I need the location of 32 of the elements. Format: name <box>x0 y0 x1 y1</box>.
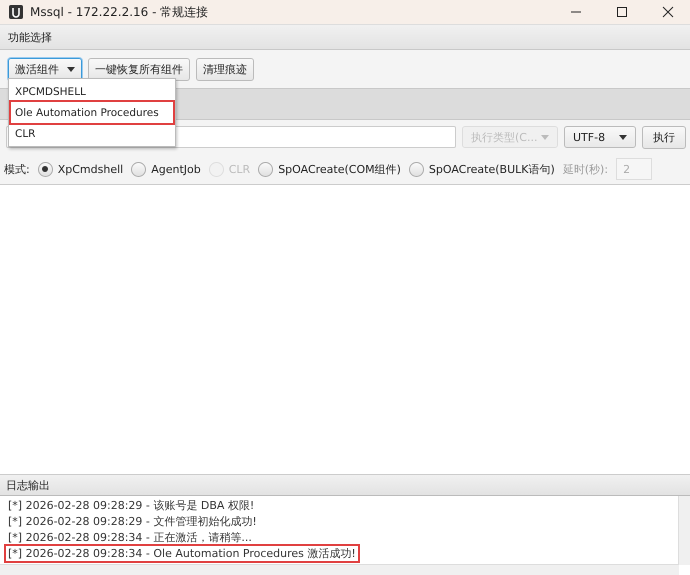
radio-button[interactable] <box>131 162 146 176</box>
mode-label: 模式: <box>4 162 30 176</box>
vertical-scrollbar[interactable] <box>678 496 690 565</box>
caret-icon <box>619 134 627 140</box>
log-line: [*] 2026-02-28 09:28:29 - 文件管理初始化成功! <box>7 514 258 528</box>
radio-label[interactable]: XpCmdshell <box>58 162 124 176</box>
radio-button[interactable] <box>408 162 424 176</box>
log-line: [*] 2026-02-28 09:28:34 - Ole Automation Procedures 激活成功! <box>6 546 358 560</box>
encoding-dropdown[interactable]: UTF-8 <box>564 126 636 148</box>
maximize-icon[interactable] <box>616 6 628 18</box>
radio-button[interactable] <box>38 162 53 176</box>
log-line: [*] 2026-02-28 09:28:29 - 该账号是 DBA 权限! <box>7 498 256 512</box>
window-title: Mssql - 172.22.2.16 - 常规连接 <box>30 4 208 20</box>
close-icon[interactable] <box>662 6 674 18</box>
log-line: [*] 2026-02-28 09:28:34 - 正在激活，请稍等... <box>7 530 253 544</box>
log-title: 日志输出 <box>6 478 50 492</box>
caret-icon <box>67 66 75 72</box>
radio-label[interactable]: SpOACreate(BULK语句) <box>428 162 555 176</box>
app-icon <box>8 4 24 20</box>
delay-label: 延时(秒): <box>562 162 608 176</box>
activate-dropdown[interactable]: 激活组件 <box>8 58 82 80</box>
caret-icon <box>541 134 549 140</box>
toolbar-button[interactable]: 一键恢复所有组件 <box>88 58 190 80</box>
run-button[interactable]: 执行 <box>642 126 686 148</box>
dropdown-item[interactable]: CLR <box>11 123 173 144</box>
dropdown-item[interactable]: XPCMDSHELL <box>11 81 173 102</box>
radio-button[interactable] <box>258 162 274 176</box>
radio-label[interactable]: SpOACreate(COM组件) <box>278 162 401 176</box>
menu-item[interactable]: 功能选择 <box>8 30 52 44</box>
toolbar-button[interactable]: 清理痕迹 <box>196 58 254 80</box>
radio-label[interactable]: AgentJob <box>151 162 201 176</box>
dropdown-item[interactable]: Ole Automation Procedures <box>11 102 173 123</box>
